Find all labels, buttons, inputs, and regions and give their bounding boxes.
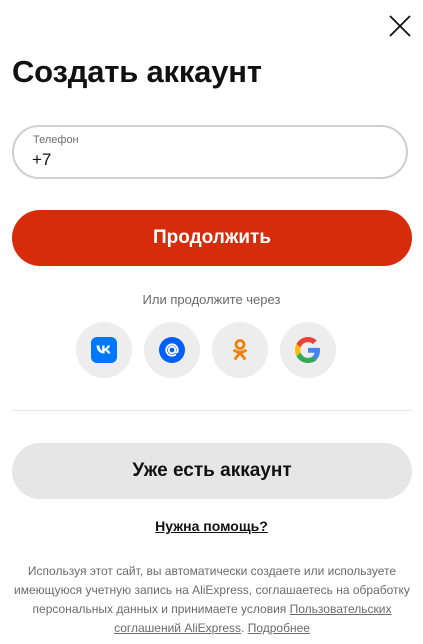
continue-button[interactable]: Продолжить [12, 210, 412, 266]
mail-login-button[interactable] [144, 322, 200, 378]
login-button[interactable]: Уже есть аккаунт [12, 443, 412, 499]
mail-icon [159, 337, 185, 363]
divider [12, 410, 412, 411]
social-prompt: Или продолжите через [142, 292, 281, 307]
legal-separator: . [241, 621, 245, 635]
vk-login-button[interactable] [76, 322, 132, 378]
google-login-button[interactable] [280, 322, 336, 378]
phone-field[interactable]: Телефон [12, 125, 408, 179]
help-section: Нужна помощь? [0, 518, 423, 534]
ok-icon [233, 339, 247, 360]
phone-input[interactable] [32, 149, 372, 171]
phone-field-label: Телефон [33, 134, 79, 146]
legal-text-block: Используя этот сайт, вы автоматически со… [14, 562, 410, 638]
vk-icon [91, 337, 117, 363]
google-icon [295, 337, 320, 363]
help-link[interactable]: Нужна помощь? [155, 518, 268, 534]
more-link[interactable]: Подробнее [248, 621, 310, 635]
close-icon[interactable] [388, 14, 412, 38]
page-title: Создать аккаунт [12, 54, 262, 89]
ok-login-button[interactable] [212, 322, 268, 378]
